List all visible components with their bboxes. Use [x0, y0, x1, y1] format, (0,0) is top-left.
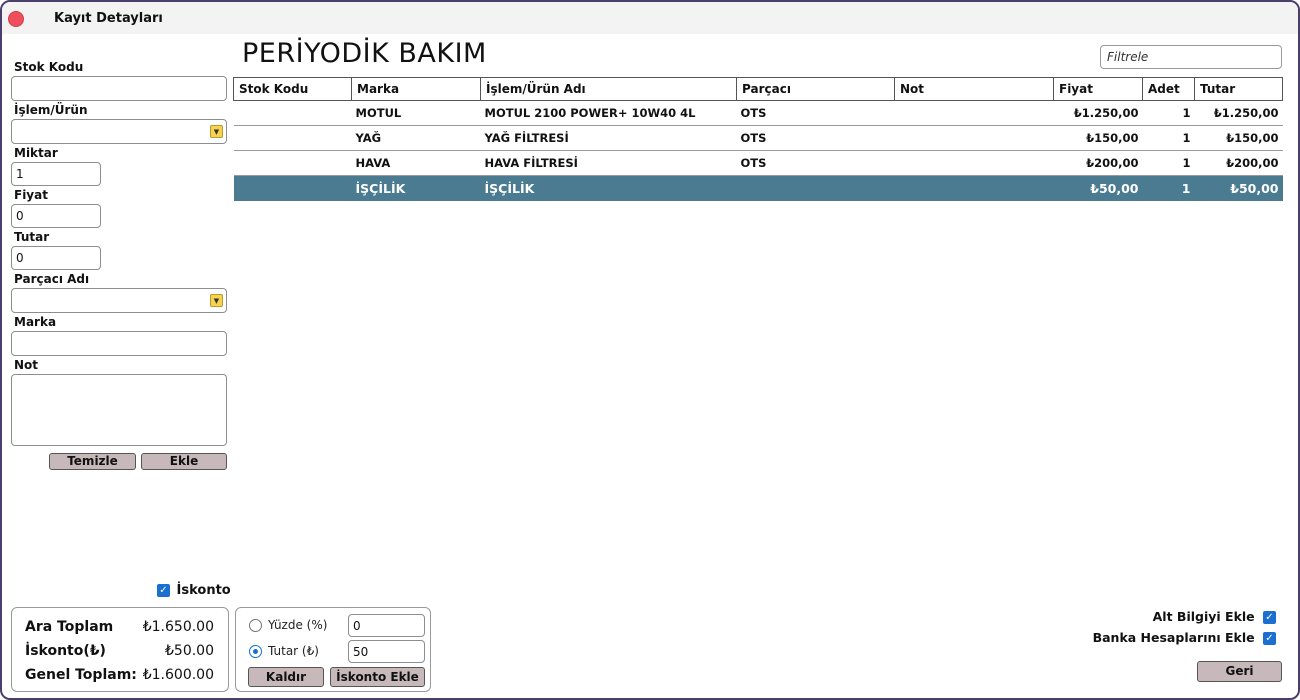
cell-parcaci [736, 175, 895, 201]
discount-panel: Yüzde (%) Tutar (₺) Kaldır İskonto Ekle [235, 607, 431, 692]
cell-not [894, 175, 1054, 201]
column-header[interactable]: İşlem/Ürün Adı [480, 77, 737, 101]
ara-toplam-value: ₺1.650.00 [142, 619, 214, 635]
checkbox-checked-icon[interactable]: ✓ [1263, 611, 1276, 624]
filter-input[interactable]: Filtrele [1100, 45, 1282, 69]
chevron-down-icon[interactable]: ▼ [210, 294, 223, 307]
ekle-button[interactable]: Ekle [141, 453, 227, 470]
iskonto-total-value: ₺50.00 [165, 643, 214, 659]
table-row[interactable]: MOTUL MOTUL 2100 POWER+ 10W40 4L OTS ₺1.… [233, 100, 1283, 126]
miktar-input[interactable] [11, 162, 101, 186]
cell-adet: 1 [1142, 175, 1195, 201]
ara-toplam-label: Ara Toplam [25, 619, 114, 635]
checkbox-checked-icon[interactable]: ✓ [157, 584, 170, 597]
column-header[interactable]: Adet [1142, 77, 1195, 101]
cell-tutar: ₺150,00 [1194, 125, 1283, 151]
islem-combo[interactable]: ▼ [11, 119, 227, 144]
cell-adet: 1 [1142, 100, 1195, 126]
cell-marka: İŞÇİLİK [351, 175, 481, 201]
cell-stok [233, 150, 352, 176]
column-header[interactable]: Stok Kodu [233, 77, 352, 101]
table-header-row: Stok Kodu Marka İşlem/Ürün Adı Parçacı N… [233, 77, 1283, 101]
iskonto-total-label: İskonto(₺) [25, 643, 106, 659]
stok-kodu-input[interactable] [11, 76, 227, 101]
cell-marka: HAVA [351, 150, 481, 176]
yuzde-input[interactable] [348, 614, 425, 637]
cell-urun: İŞÇİLİK [480, 175, 737, 201]
iskonto-checkbox[interactable]: ✓ İskonto [157, 583, 231, 598]
chevron-down-icon[interactable]: ▼ [210, 125, 223, 138]
cell-adet: 1 [1142, 125, 1195, 151]
tutar-label: Tutar [14, 230, 50, 244]
items-table: Stok Kodu Marka İşlem/Ürün Adı Parçacı N… [233, 77, 1283, 201]
yuzde-radio[interactable] [249, 619, 262, 632]
kaldir-button[interactable]: Kaldır [248, 667, 324, 687]
cell-parcaci: OTS [736, 100, 895, 126]
parcaci-label: Parçacı Adı [14, 272, 90, 286]
temizle-button[interactable]: Temizle [49, 453, 136, 470]
cell-fiyat: ₺1.250,00 [1053, 100, 1143, 126]
table-row[interactable]: HAVA HAVA FİLTRESİ OTS ₺200,00 1 ₺200,00 [233, 150, 1283, 176]
checkbox-checked-icon[interactable]: ✓ [1263, 632, 1276, 645]
column-header[interactable]: Marka [351, 77, 481, 101]
genel-toplam-label: Genel Toplam: [25, 667, 137, 683]
tutar-input[interactable] [11, 246, 101, 270]
tutar-radio[interactable] [249, 645, 262, 658]
cell-fiyat: ₺150,00 [1053, 125, 1143, 151]
miktar-label: Miktar [14, 146, 58, 160]
cell-not [894, 150, 1054, 176]
stok-kodu-label: Stok Kodu [14, 60, 84, 74]
table-row[interactable]: YAĞ YAĞ FİLTRESİ OTS ₺150,00 1 ₺150,00 [233, 125, 1283, 151]
close-icon[interactable] [8, 11, 24, 27]
totals-panel: Ara Toplam ₺1.650.00 İskonto(₺) ₺50.00 G… [11, 607, 229, 692]
cell-parcaci: OTS [736, 125, 895, 151]
tutar-discount-input[interactable] [348, 640, 425, 663]
iskonto-checkbox-label: İskonto [176, 583, 231, 598]
geri-button[interactable]: Geri [1197, 661, 1282, 682]
alt-bilgi-label: Alt Bilgiyi Ekle [1152, 609, 1255, 624]
marka-label: Marka [14, 315, 57, 329]
cell-tutar: ₺1.250,00 [1194, 100, 1283, 126]
not-textarea[interactable] [11, 374, 227, 446]
banka-label: Banka Hesaplarını Ekle [1092, 630, 1255, 645]
cell-fiyat: ₺50,00 [1053, 175, 1143, 201]
marka-input[interactable] [11, 331, 227, 356]
parcaci-combo[interactable]: ▼ [11, 288, 227, 313]
banka-checkbox[interactable]: Banka Hesaplarını Ekle ✓ [1093, 630, 1276, 645]
cell-stok [233, 100, 352, 126]
cell-marka: YAĞ [351, 125, 481, 151]
title-bar: Kayıt Detayları [2, 2, 1298, 34]
window-title: Kayıt Detayları [54, 11, 163, 26]
column-header[interactable]: Not [894, 77, 1054, 101]
cell-marka: MOTUL [351, 100, 481, 126]
fiyat-label: Fiyat [14, 188, 48, 202]
alt-bilgi-checkbox[interactable]: Alt Bilgiyi Ekle ✓ [1153, 609, 1276, 624]
not-label: Not [14, 358, 39, 372]
genel-toplam-value: ₺1.600.00 [142, 667, 214, 683]
cell-tutar: ₺200,00 [1194, 150, 1283, 176]
iskonto-ekle-button[interactable]: İskonto Ekle [330, 667, 425, 687]
cell-fiyat: ₺200,00 [1053, 150, 1143, 176]
fiyat-input[interactable] [11, 204, 101, 228]
islem-label: İşlem/Ürün [14, 103, 88, 117]
cell-urun: MOTUL 2100 POWER+ 10W40 4L [480, 100, 737, 126]
cell-tutar: ₺50,00 [1194, 175, 1283, 201]
table-row-selected[interactable]: İŞÇİLİK İŞÇİLİK ₺50,00 1 ₺50,00 [233, 175, 1283, 201]
cell-stok [233, 125, 352, 151]
column-header[interactable]: Parçacı [736, 77, 895, 101]
cell-adet: 1 [1142, 150, 1195, 176]
cell-parcaci: OTS [736, 150, 895, 176]
cell-not [894, 100, 1054, 126]
cell-urun: HAVA FİLTRESİ [480, 150, 737, 176]
column-header[interactable]: Fiyat [1053, 77, 1143, 101]
cell-urun: YAĞ FİLTRESİ [480, 125, 737, 151]
cell-stok [233, 175, 352, 201]
cell-not [894, 125, 1054, 151]
column-header[interactable]: Tutar [1194, 77, 1283, 101]
tutar-discount-label: Tutar (₺) [268, 644, 319, 658]
app-window: Kayıt Detayları Stok Kodu İşlem/Ürün ▼ M… [0, 0, 1300, 700]
yuzde-label: Yüzde (%) [268, 618, 328, 632]
page-title: PERİYODİK BAKIM [242, 38, 487, 69]
